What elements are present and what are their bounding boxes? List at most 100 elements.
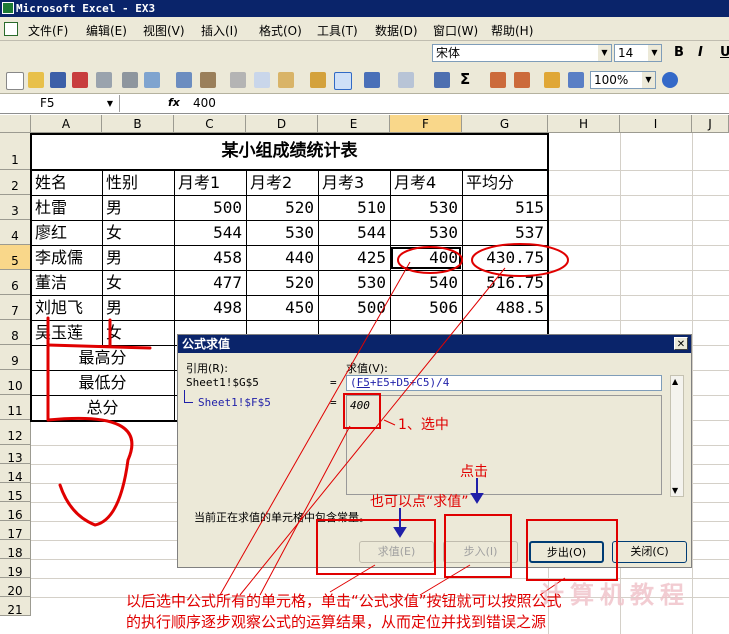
- column-header[interactable]: G: [462, 115, 548, 133]
- underline-button[interactable]: U: [720, 45, 729, 60]
- spelling-icon[interactable]: [176, 72, 192, 88]
- row-header[interactable]: 18: [0, 540, 31, 560]
- evaluation-scrollbar[interactable]: ▲ ▼: [670, 375, 684, 497]
- name-box[interactable]: F5 ▼: [0, 95, 120, 112]
- cell-exam2[interactable]: 520: [246, 196, 318, 220]
- print-preview-icon[interactable]: [144, 72, 160, 88]
- column-header[interactable]: H: [548, 115, 620, 133]
- column-header[interactable]: A: [31, 115, 102, 133]
- scroll-up-icon[interactable]: ▲: [672, 377, 678, 386]
- menu-window[interactable]: 窗口(W): [433, 22, 478, 39]
- row-header[interactable]: 9: [0, 345, 31, 370]
- sub-evaluation-area[interactable]: 400: [346, 395, 662, 495]
- cell-name[interactable]: 吴玉莲: [31, 321, 106, 345]
- cell-name[interactable]: 李成儒: [31, 246, 106, 270]
- row-header[interactable]: 20: [0, 578, 31, 598]
- row-header[interactable]: 10: [0, 370, 31, 395]
- cell-exam3[interactable]: 500: [318, 296, 390, 320]
- cut-icon[interactable]: [230, 72, 246, 88]
- cell-exam3[interactable]: 425: [318, 246, 390, 270]
- header-exam4[interactable]: 月考4: [390, 171, 466, 195]
- menu-tools[interactable]: 工具(T): [317, 22, 358, 39]
- row-header[interactable]: 11: [0, 395, 31, 420]
- font-name-select[interactable]: 宋体 ▼: [432, 44, 612, 62]
- header-exam2[interactable]: 月考2: [246, 171, 322, 195]
- column-header[interactable]: I: [620, 115, 692, 133]
- menu-format[interactable]: 格式(O): [259, 22, 302, 39]
- cell-average-g5[interactable]: 430.75: [462, 246, 548, 270]
- dialog-title-bar[interactable]: 公式求值 ✕: [178, 335, 691, 353]
- menu-insert[interactable]: 插入(I): [201, 22, 238, 39]
- menu-file[interactable]: 文件(F): [28, 22, 68, 39]
- formula-input[interactable]: 400: [193, 96, 216, 110]
- row-header[interactable]: 21: [0, 597, 31, 617]
- autosum-icon[interactable]: Σ: [460, 70, 470, 88]
- cell-gender[interactable]: 男: [102, 196, 178, 220]
- active-cell-f5[interactable]: 400: [390, 246, 462, 270]
- drawing-icon[interactable]: [568, 72, 584, 88]
- cell-exam1[interactable]: 544: [174, 221, 246, 245]
- menu-edit[interactable]: 编辑(E): [86, 22, 127, 39]
- header-exam3[interactable]: 月考3: [318, 171, 394, 195]
- cell-exam4[interactable]: 506: [390, 296, 462, 320]
- row-header[interactable]: 17: [0, 521, 31, 541]
- label-total[interactable]: 总分: [31, 396, 174, 420]
- cell-gender[interactable]: 女: [102, 321, 178, 345]
- cell-name[interactable]: 廖红: [31, 221, 106, 245]
- row-header[interactable]: 6: [0, 270, 31, 295]
- row-header[interactable]: 3: [0, 195, 31, 220]
- column-header[interactable]: C: [174, 115, 246, 133]
- font-size-select[interactable]: 14 ▼: [614, 44, 662, 62]
- row-header[interactable]: 7: [0, 295, 31, 320]
- hyperlink-icon[interactable]: [434, 72, 450, 88]
- cell-exam3[interactable]: 544: [318, 221, 390, 245]
- zoom-select[interactable]: 100% ▼: [590, 71, 656, 89]
- cell-exam1[interactable]: 500: [174, 196, 246, 220]
- row-header[interactable]: 4: [0, 220, 31, 245]
- select-all-corner[interactable]: [0, 115, 31, 133]
- email-icon[interactable]: [96, 72, 112, 88]
- open-icon[interactable]: [28, 72, 44, 88]
- header-gender[interactable]: 性别: [102, 171, 178, 195]
- row-header[interactable]: 16: [0, 502, 31, 522]
- row-header[interactable]: 19: [0, 559, 31, 579]
- header-name[interactable]: 姓名: [31, 171, 106, 195]
- paste-icon[interactable]: [278, 72, 294, 88]
- label-min[interactable]: 最低分: [31, 371, 174, 395]
- cell-average[interactable]: 488.5: [462, 296, 548, 320]
- research-icon[interactable]: [200, 72, 216, 88]
- column-header[interactable]: J: [692, 115, 729, 133]
- row-header-selected[interactable]: 5: [0, 245, 31, 270]
- evaluation-formula-box[interactable]: (F5+E5+D5+C5)/4: [346, 375, 662, 391]
- row-header[interactable]: 1: [0, 133, 31, 170]
- chevron-down-icon[interactable]: ▼: [107, 95, 113, 112]
- evaluate-button[interactable]: 求值(E): [359, 541, 434, 563]
- cell-average[interactable]: 537: [462, 221, 548, 245]
- cell-exam4[interactable]: 530: [390, 196, 462, 220]
- cell-gender[interactable]: 男: [102, 246, 178, 270]
- column-header[interactable]: B: [102, 115, 174, 133]
- chart-wizard-icon[interactable]: [544, 72, 560, 88]
- help-icon[interactable]: [662, 72, 678, 88]
- close-button[interactable]: 关闭(C): [612, 541, 687, 563]
- header-average[interactable]: 平均分: [462, 171, 552, 195]
- window-title-bar[interactable]: Microsoft Excel - EX3: [0, 0, 729, 17]
- format-painter-icon[interactable]: [310, 72, 326, 88]
- cell-exam2[interactable]: 530: [246, 221, 318, 245]
- new-icon[interactable]: [6, 72, 24, 90]
- cell-exam2[interactable]: 520: [246, 271, 318, 295]
- row-header[interactable]: 14: [0, 464, 31, 484]
- scroll-down-icon[interactable]: ▼: [672, 486, 678, 495]
- row-header[interactable]: 12: [0, 420, 31, 445]
- cell-exam1[interactable]: 498: [174, 296, 246, 320]
- cell-gender[interactable]: 女: [102, 221, 178, 245]
- cell-name[interactable]: 杜雷: [31, 196, 106, 220]
- cell-exam4[interactable]: 540: [390, 271, 462, 295]
- close-icon[interactable]: ✕: [674, 337, 688, 350]
- sheet-title[interactable]: 某小组成绩统计表: [31, 139, 548, 163]
- copy-icon[interactable]: [254, 72, 270, 88]
- cell-name[interactable]: 刘旭飞: [31, 296, 106, 320]
- menu-help[interactable]: 帮助(H): [491, 22, 533, 39]
- bold-button[interactable]: B: [674, 45, 684, 60]
- menu-data[interactable]: 数据(D): [375, 22, 418, 39]
